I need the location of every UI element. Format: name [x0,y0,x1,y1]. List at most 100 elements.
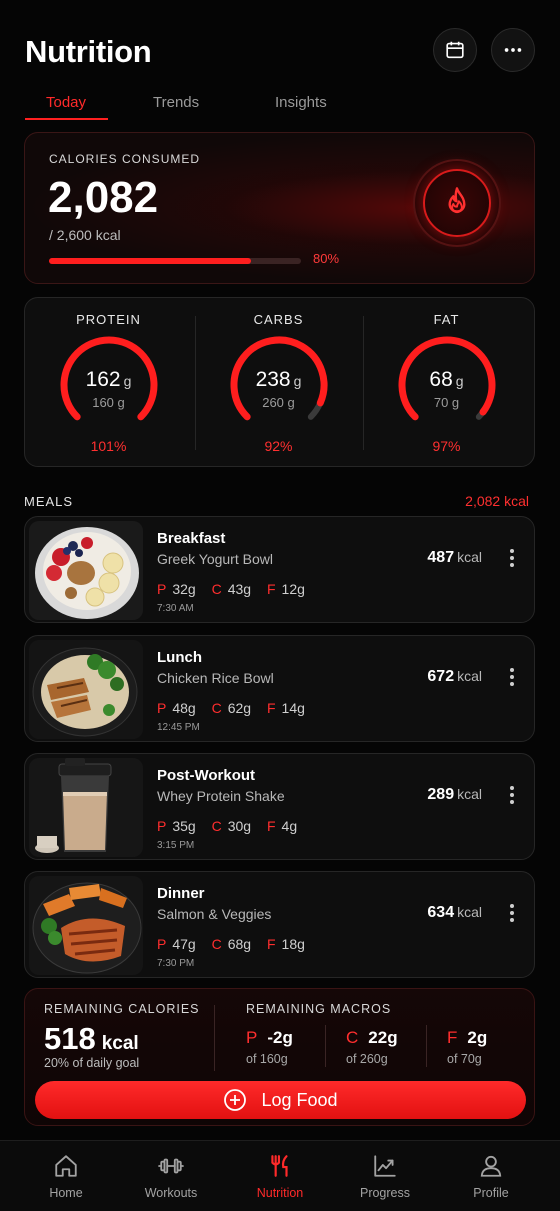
nav-label: Progress [359,1186,411,1200]
meal-image [29,640,143,739]
macro-key-p: P [157,581,167,597]
meal-title: Dinner [157,885,205,902]
remaining-macro-value: 22g [368,1028,398,1047]
header: Nutrition [0,0,560,90]
user-icon [480,1155,502,1177]
meal-kcal-value: 634 [427,904,455,921]
meal-kcal-value: 289 [427,786,455,803]
meal-kcal-unit: kcal [457,549,482,565]
calendar-button[interactable] [433,28,477,72]
meal-card-post-workout[interactable]: Post-Workout Whey Protein Shake P 35g C 30… [24,753,535,860]
macro-goal: 160 g [92,395,125,410]
macro-percent: 101% [90,438,127,454]
macro-key-c: C [211,581,222,597]
meal-fat: 14g [281,700,305,716]
meal-macros: P 47g C 68g F 18g [157,936,317,952]
macro-key-f: F [266,700,276,716]
macro-protein: PROTEIN 162 g 160 g 101% [25,298,192,468]
remaining-card: REMAINING CALORIES 518 kcal 20% of daily … [24,988,535,1126]
remaining-carbs: C 22g [346,1028,398,1048]
meal-kcal: 289 kcal [427,786,482,804]
meal-carbs: 43g [227,581,252,597]
more-vertical-icon[interactable] [510,786,514,807]
meal-card-dinner[interactable]: Dinner Salmon & Veggies P 47g C 68g F 18g 7… [24,871,535,978]
meal-image [29,521,143,620]
remaining-calories-unit: kcal [101,1033,139,1054]
more-vertical-icon[interactable] [510,668,514,689]
nav-profile[interactable]: Profile [435,1141,547,1211]
remaining-macro-goal: of 160g [246,1052,288,1066]
tab-insights[interactable]: Insights [275,94,327,111]
meal-image [29,758,143,857]
meal-kcal-unit: kcal [457,786,482,802]
meal-kcal-unit: kcal [457,904,482,920]
macro-key-c: C [211,700,222,716]
meal-name: Greek Yogurt Bowl [157,551,273,567]
macro-goal: 70 g [433,395,460,410]
nav-workouts[interactable]: Workouts [115,1141,227,1211]
remaining-calories-note: 20% of daily goal [44,1056,140,1070]
macro-key-p: P [157,818,167,834]
nav-progress[interactable]: Progress [329,1141,441,1211]
meal-protein: 32g [172,581,196,597]
active-tab-indicator [25,118,108,120]
remaining-macro-value: 2g [467,1028,488,1047]
remaining-protein: P -2g [246,1028,293,1048]
tab-trends[interactable]: Trends [153,94,199,111]
more-button[interactable] [491,28,535,72]
macro-name: PROTEIN [76,312,141,327]
nav-nutrition[interactable]: Nutrition [224,1141,336,1211]
meal-title: Lunch [157,649,202,666]
meal-fat: 12g [281,581,305,597]
flame-badge [413,159,501,247]
meal-title: Post-Workout [157,767,256,784]
page-title: Nutrition [25,34,152,69]
macro-key-f: F [266,581,276,597]
remaining-macro-key: P [246,1028,258,1047]
plus-circle-icon [224,1089,247,1111]
nav-label: Home [49,1186,83,1200]
macros-card: PROTEIN 162 g 160 g 101% CARBS 238 g 260 g… [24,297,535,467]
nav-label: Workouts [144,1186,198,1200]
meal-carbs: 30g [227,818,252,834]
meal-protein: 48g [172,700,196,716]
divider [325,1025,326,1067]
meal-kcal-value: 672 [427,668,455,685]
meal-name: Whey Protein Shake [157,788,285,804]
macro-value-row: 162 g [25,368,192,392]
calories-value: 2,082 [48,173,159,222]
flame-icon [448,187,466,214]
meal-macros: P 35g C 30g F 4g [157,818,309,834]
more-vertical-icon[interactable] [510,904,514,925]
chart-line-icon [374,1155,396,1177]
meal-carbs: 62g [227,700,252,716]
log-food-button[interactable]: Log Food [35,1081,526,1119]
calories-card: CALORIES CONSUMED 2,082 / 2,600 kcal 80% [24,132,535,284]
meal-kcal-unit: kcal [457,668,482,684]
meal-fat: 18g [281,936,305,952]
remaining-macro-key: C [346,1028,359,1047]
remaining-macro-value: -2g [267,1028,293,1047]
macro-value: 238 [255,368,291,391]
home-icon [55,1155,77,1177]
calories-percent: 80% [313,251,340,266]
remaining-calories-number: 518 [44,1021,96,1056]
dumbbell-icon [158,1158,184,1174]
nav-label: Profile [473,1186,509,1200]
meals-section-label: MEALS [24,494,74,509]
macro-percent: 92% [264,438,293,454]
meal-time: 7:30 PM [157,958,195,969]
meals-total-kcal: 2,082 kcal [465,493,529,509]
nav-home[interactable]: Home [10,1141,122,1211]
tab-today[interactable]: Today [46,94,86,111]
fork-knife-icon [271,1155,288,1177]
meal-card-breakfast[interactable]: Breakfast Greek Yogurt Bowl P 32g C 43g F1… [24,516,535,623]
meal-image [29,876,143,975]
more-vertical-icon[interactable] [510,549,514,570]
divider [426,1025,427,1067]
macro-key-c: C [211,936,222,952]
log-food-label: Log Food [261,1089,338,1110]
meal-kcal-value: 487 [427,549,455,566]
macro-unit: g [123,373,132,389]
meal-card-lunch[interactable]: Lunch Chicken Rice Bowl P 48g C 62g F 14g 1… [24,635,535,742]
